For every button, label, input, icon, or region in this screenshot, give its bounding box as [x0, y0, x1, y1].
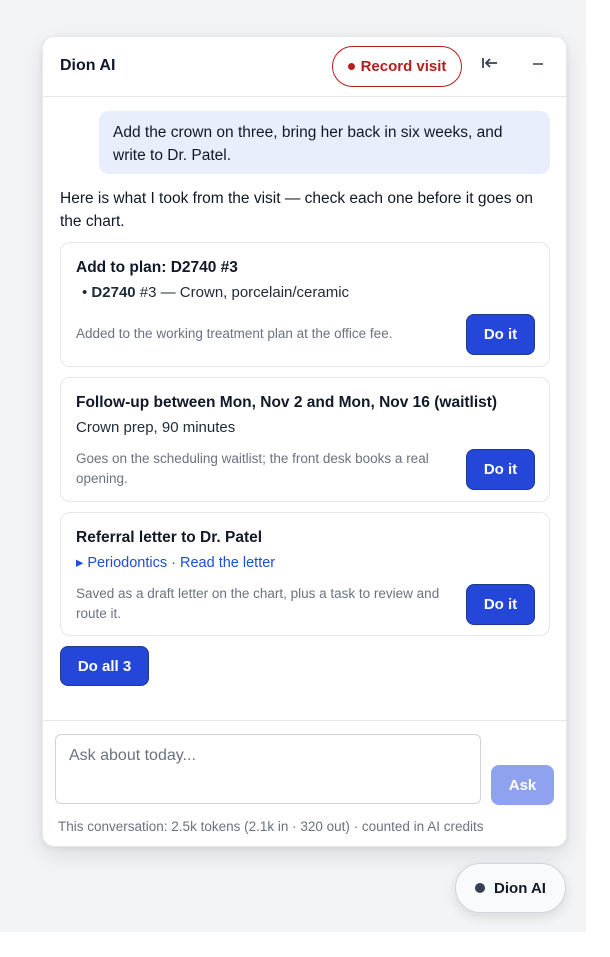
card-title: Follow-up between Mon, Nov 2 and Mon, No…: [76, 394, 498, 411]
card-note: Added to the working treatment plan at t…: [76, 326, 393, 341]
assistant-panel: Dion AI Record visit Add the crown on th…: [42, 36, 567, 847]
procedure-code: D2740: [91, 284, 136, 301]
link-separator: ·: [167, 555, 180, 571]
panel-header: Dion AI Record visit: [43, 37, 566, 97]
referral-links: ▸ Periodontics · Read the letter: [76, 555, 275, 571]
dion-ai-launcher-button[interactable]: Dion AI: [455, 863, 566, 913]
composer: Ask This conversation: 2.5k tokens (2.1k…: [43, 720, 566, 846]
card-title: Referral letter to Dr. Patel: [76, 529, 263, 546]
do-it-button-followup[interactable]: Do it: [466, 449, 535, 490]
do-it-button-referral[interactable]: Do it: [466, 584, 535, 625]
launcher-label: Dion AI: [494, 879, 546, 897]
app-title: Dion AI: [60, 57, 116, 74]
card-title: Add to plan: D2740 #3: [76, 259, 238, 276]
specialty-link[interactable]: Periodontics: [87, 555, 167, 571]
read-letter-link[interactable]: Read the letter: [180, 555, 275, 571]
do-all-button[interactable]: Do all 3: [60, 646, 149, 686]
do-it-button-plan[interactable]: Do it: [466, 314, 535, 355]
action-card-referral: Referral letter to Dr. Patel ▸ Periodont…: [60, 512, 550, 636]
card-note: Goes on the scheduling waitlist; the fro…: [76, 451, 429, 486]
record-visit-label: Record visit: [360, 58, 447, 75]
ask-button[interactable]: Ask: [491, 765, 554, 805]
user-message: Add the crown on three, bring her back i…: [99, 111, 550, 174]
token-usage-note: This conversation: 2.5k tokens (2.1k in …: [58, 819, 484, 834]
procedure-detail: #3 — Crown, porcelain/ceramic: [135, 284, 350, 301]
procedure-bullet: • D2740 #3 — Crown, porcelain/ceramic: [82, 284, 350, 301]
minimize-icon[interactable]: [527, 55, 549, 77]
assistant-intro: Here is what I took from the visit — che…: [60, 190, 533, 230]
record-dot-icon: [347, 63, 355, 70]
card-note: Saved as a draft letter on the chart, pl…: [76, 586, 440, 621]
ask-input[interactable]: [55, 734, 481, 804]
action-card-plan: Add to plan: D2740 #3 • D2740 #3 — Crown…: [60, 242, 550, 367]
collapse-left-icon[interactable]: [479, 55, 501, 77]
action-card-followup: Follow-up between Mon, Nov 2 and Mon, No…: [60, 377, 550, 502]
expand-triangle-icon[interactable]: ▸: [76, 555, 83, 571]
record-visit-button[interactable]: Record visit: [332, 46, 462, 87]
status-dot-icon: [475, 883, 486, 893]
card-detail: Crown prep, 90 minutes: [76, 419, 236, 436]
